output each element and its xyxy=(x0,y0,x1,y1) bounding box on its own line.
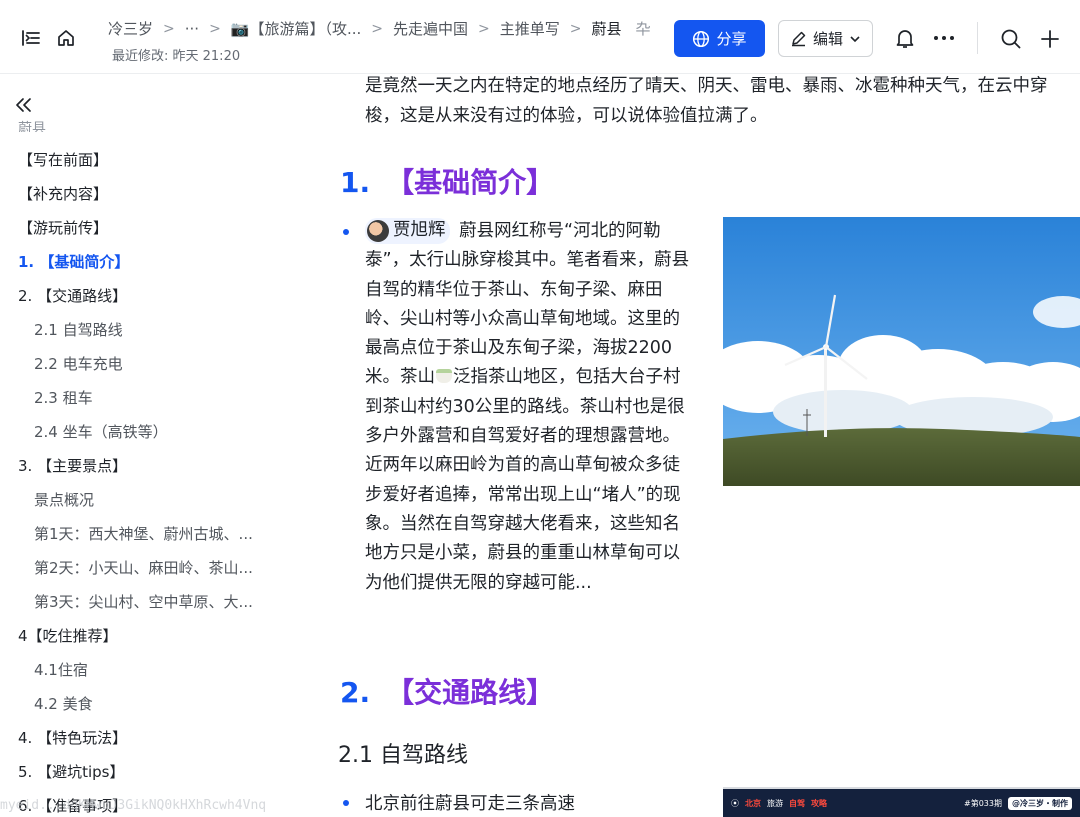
toc-item-active[interactable]: 1. 【基础简介】 xyxy=(18,251,129,272)
chevron-right-icon: > xyxy=(569,20,582,37)
toc-item[interactable]: 【写在前面】 xyxy=(18,149,108,170)
breadcrumb-china[interactable]: 先走遍中国 xyxy=(393,18,468,39)
intro-paragraph: 是竟然一天之内在特定的地点经历了晴天、阴天、雷电、暴雨、冰雹种种天气，在云中穿梭… xyxy=(365,76,1048,126)
paragraph-text-b: 泛指茶山地区，包括大台子村到茶山村约30公里的路线。茶山村也是很多户外露营和自驾… xyxy=(365,367,685,593)
toc-subitem[interactable]: 2.4 坐车（高铁等） xyxy=(34,421,168,442)
header-divider xyxy=(977,22,978,54)
toc-item[interactable]: 3. 【主要景点】 xyxy=(18,455,127,476)
list-item: 北京前往蔚县可走三条高速 xyxy=(365,794,575,814)
toc-subitem[interactable]: 2.2 电车充电 xyxy=(34,353,123,374)
breadcrumb-ellipsis[interactable]: ··· xyxy=(185,20,199,38)
tea-cup-icon xyxy=(436,369,452,384)
intro-bullet-paragraph: 贾旭辉 蔚县网红称号“河北的阿勒泰”，太行山脉穿梭其中。笔者看来，蔚县自驾的精华… xyxy=(365,217,695,598)
toc-item[interactable]: 5. 【避坑tips】 xyxy=(18,761,124,782)
document-body: 是竟然一天之内在特定的地点经历了晴天、阴天、雷电、暴雨、冰雹种种天气，在云中穿梭… xyxy=(320,74,1080,817)
banner-tag: 旅游 xyxy=(767,798,783,808)
section-title: 【基础简介】 xyxy=(386,166,555,199)
wind-turbine-photo[interactable] xyxy=(723,217,1080,486)
bullet-icon xyxy=(343,800,349,806)
toc-subitem[interactable]: 2.3 租车 xyxy=(34,387,93,408)
section-title: 【交通路线】 xyxy=(386,676,555,709)
edit-label: 编辑 xyxy=(812,30,843,48)
search-icon[interactable] xyxy=(999,27,1023,51)
breadcrumb-travel[interactable]: 📷【旅游篇】（攻... xyxy=(231,18,361,39)
toc-item[interactable]: 4. 【特色玩法】 xyxy=(18,727,127,748)
toc-item[interactable]: 4【吃住推荐】 xyxy=(18,625,118,646)
bell-icon[interactable] xyxy=(893,26,917,50)
toc-subitem[interactable]: 第2天：小天山、麻田岭、茶山... xyxy=(34,557,253,578)
toc-subitem[interactable]: 4.2 美食 xyxy=(34,693,93,714)
location-pin-icon: ⦿ xyxy=(731,798,739,808)
user-mention[interactable]: 贾旭辉 xyxy=(365,218,450,244)
table-of-contents: 蔚县 【写在前面】 【补充内容】 【游玩前传】 1. 【基础简介】 2. 【交通… xyxy=(0,74,320,817)
toc-subitem[interactable]: 4.1住宿 xyxy=(34,659,88,680)
section-heading-2: 2. 【交通路线】 xyxy=(340,671,554,711)
edit-button[interactable]: 编辑 xyxy=(778,20,873,57)
avatar xyxy=(367,220,389,242)
toc-subitem[interactable]: 景点概况 xyxy=(34,489,94,510)
breadcrumb-current: 蔚县 xyxy=(591,20,622,38)
toc-item[interactable]: 2. 【交通路线】 xyxy=(18,285,127,306)
subsection-heading: 2.1 自驾路线 xyxy=(338,743,468,768)
chevron-down-icon xyxy=(850,35,860,42)
more-icon[interactable] xyxy=(932,28,956,48)
banner-tag: 攻略 xyxy=(811,798,827,808)
banner-tag: 自驾 xyxy=(789,798,805,808)
breadcrumb-truncated: 卆 xyxy=(635,20,651,38)
chevron-right-icon: > xyxy=(209,20,221,37)
outline-toggle-icon[interactable] xyxy=(20,28,42,48)
toc-subitem[interactable]: 2.1 自驾路线 xyxy=(34,319,123,340)
breadcrumb-main[interactable]: 主推单写 xyxy=(500,18,560,39)
paragraph-text-a: 蔚县网红称号“河北的阿勒泰”，太行山脉穿梭其中。笔者看来，蔚县自驾的精华位于茶山… xyxy=(365,221,690,388)
breadcrumb-root[interactable]: 冷三岁 xyxy=(108,18,153,39)
globe-icon xyxy=(693,30,710,47)
banner-tag: 北京 xyxy=(745,798,761,808)
watermark: myeid...dqKMwuJ3GikNQ0kHXhRcwh4Vnq xyxy=(0,798,267,813)
pencil-icon xyxy=(791,31,806,47)
home-icon[interactable] xyxy=(54,27,78,49)
toc-partial-item: 蔚县 xyxy=(18,121,46,132)
image-banner[interactable]: ⦿ 北京 旅游 自驾 攻略 #第033期 @冷三岁・制作 xyxy=(723,787,1080,817)
chevron-right-icon: > xyxy=(478,20,490,37)
section-heading-1: 1. 【基础简介】 xyxy=(340,161,554,201)
banner-issue: #第033期 xyxy=(964,798,1002,808)
section-number: 2. xyxy=(340,676,371,709)
breadcrumb: 冷三岁 > ··· > 📷【旅游篇】（攻... > 先走遍中国 > 主推单写 >… xyxy=(108,18,651,39)
share-label: 分享 xyxy=(716,30,747,48)
collapse-sidebar-icon[interactable] xyxy=(14,96,34,118)
mention-name: 贾旭辉 xyxy=(393,220,446,241)
chevron-right-icon: > xyxy=(163,20,175,37)
toc-item[interactable]: 【游玩前传】 xyxy=(18,217,108,238)
toc-item[interactable]: 【补充内容】 xyxy=(18,183,108,204)
top-header: 冷三岁 > ··· > 📷【旅游篇】（攻... > 先走遍中国 > 主推单写 >… xyxy=(0,0,1080,74)
toc-subitem[interactable]: 第3天：尖山村、空中草原、大... xyxy=(34,591,253,612)
toc-subitem[interactable]: 第1天：西大神堡、蔚州古城、... xyxy=(34,523,253,544)
share-button[interactable]: 分享 xyxy=(674,20,765,57)
bullet-icon xyxy=(343,229,349,235)
banner-credit: @冷三岁・制作 xyxy=(1008,796,1072,810)
chevron-right-icon: > xyxy=(371,20,384,37)
last-modified: 最近修改: 昨天 21:20 xyxy=(112,49,241,64)
plus-icon[interactable] xyxy=(1038,27,1062,51)
section-number: 1. xyxy=(340,166,371,199)
